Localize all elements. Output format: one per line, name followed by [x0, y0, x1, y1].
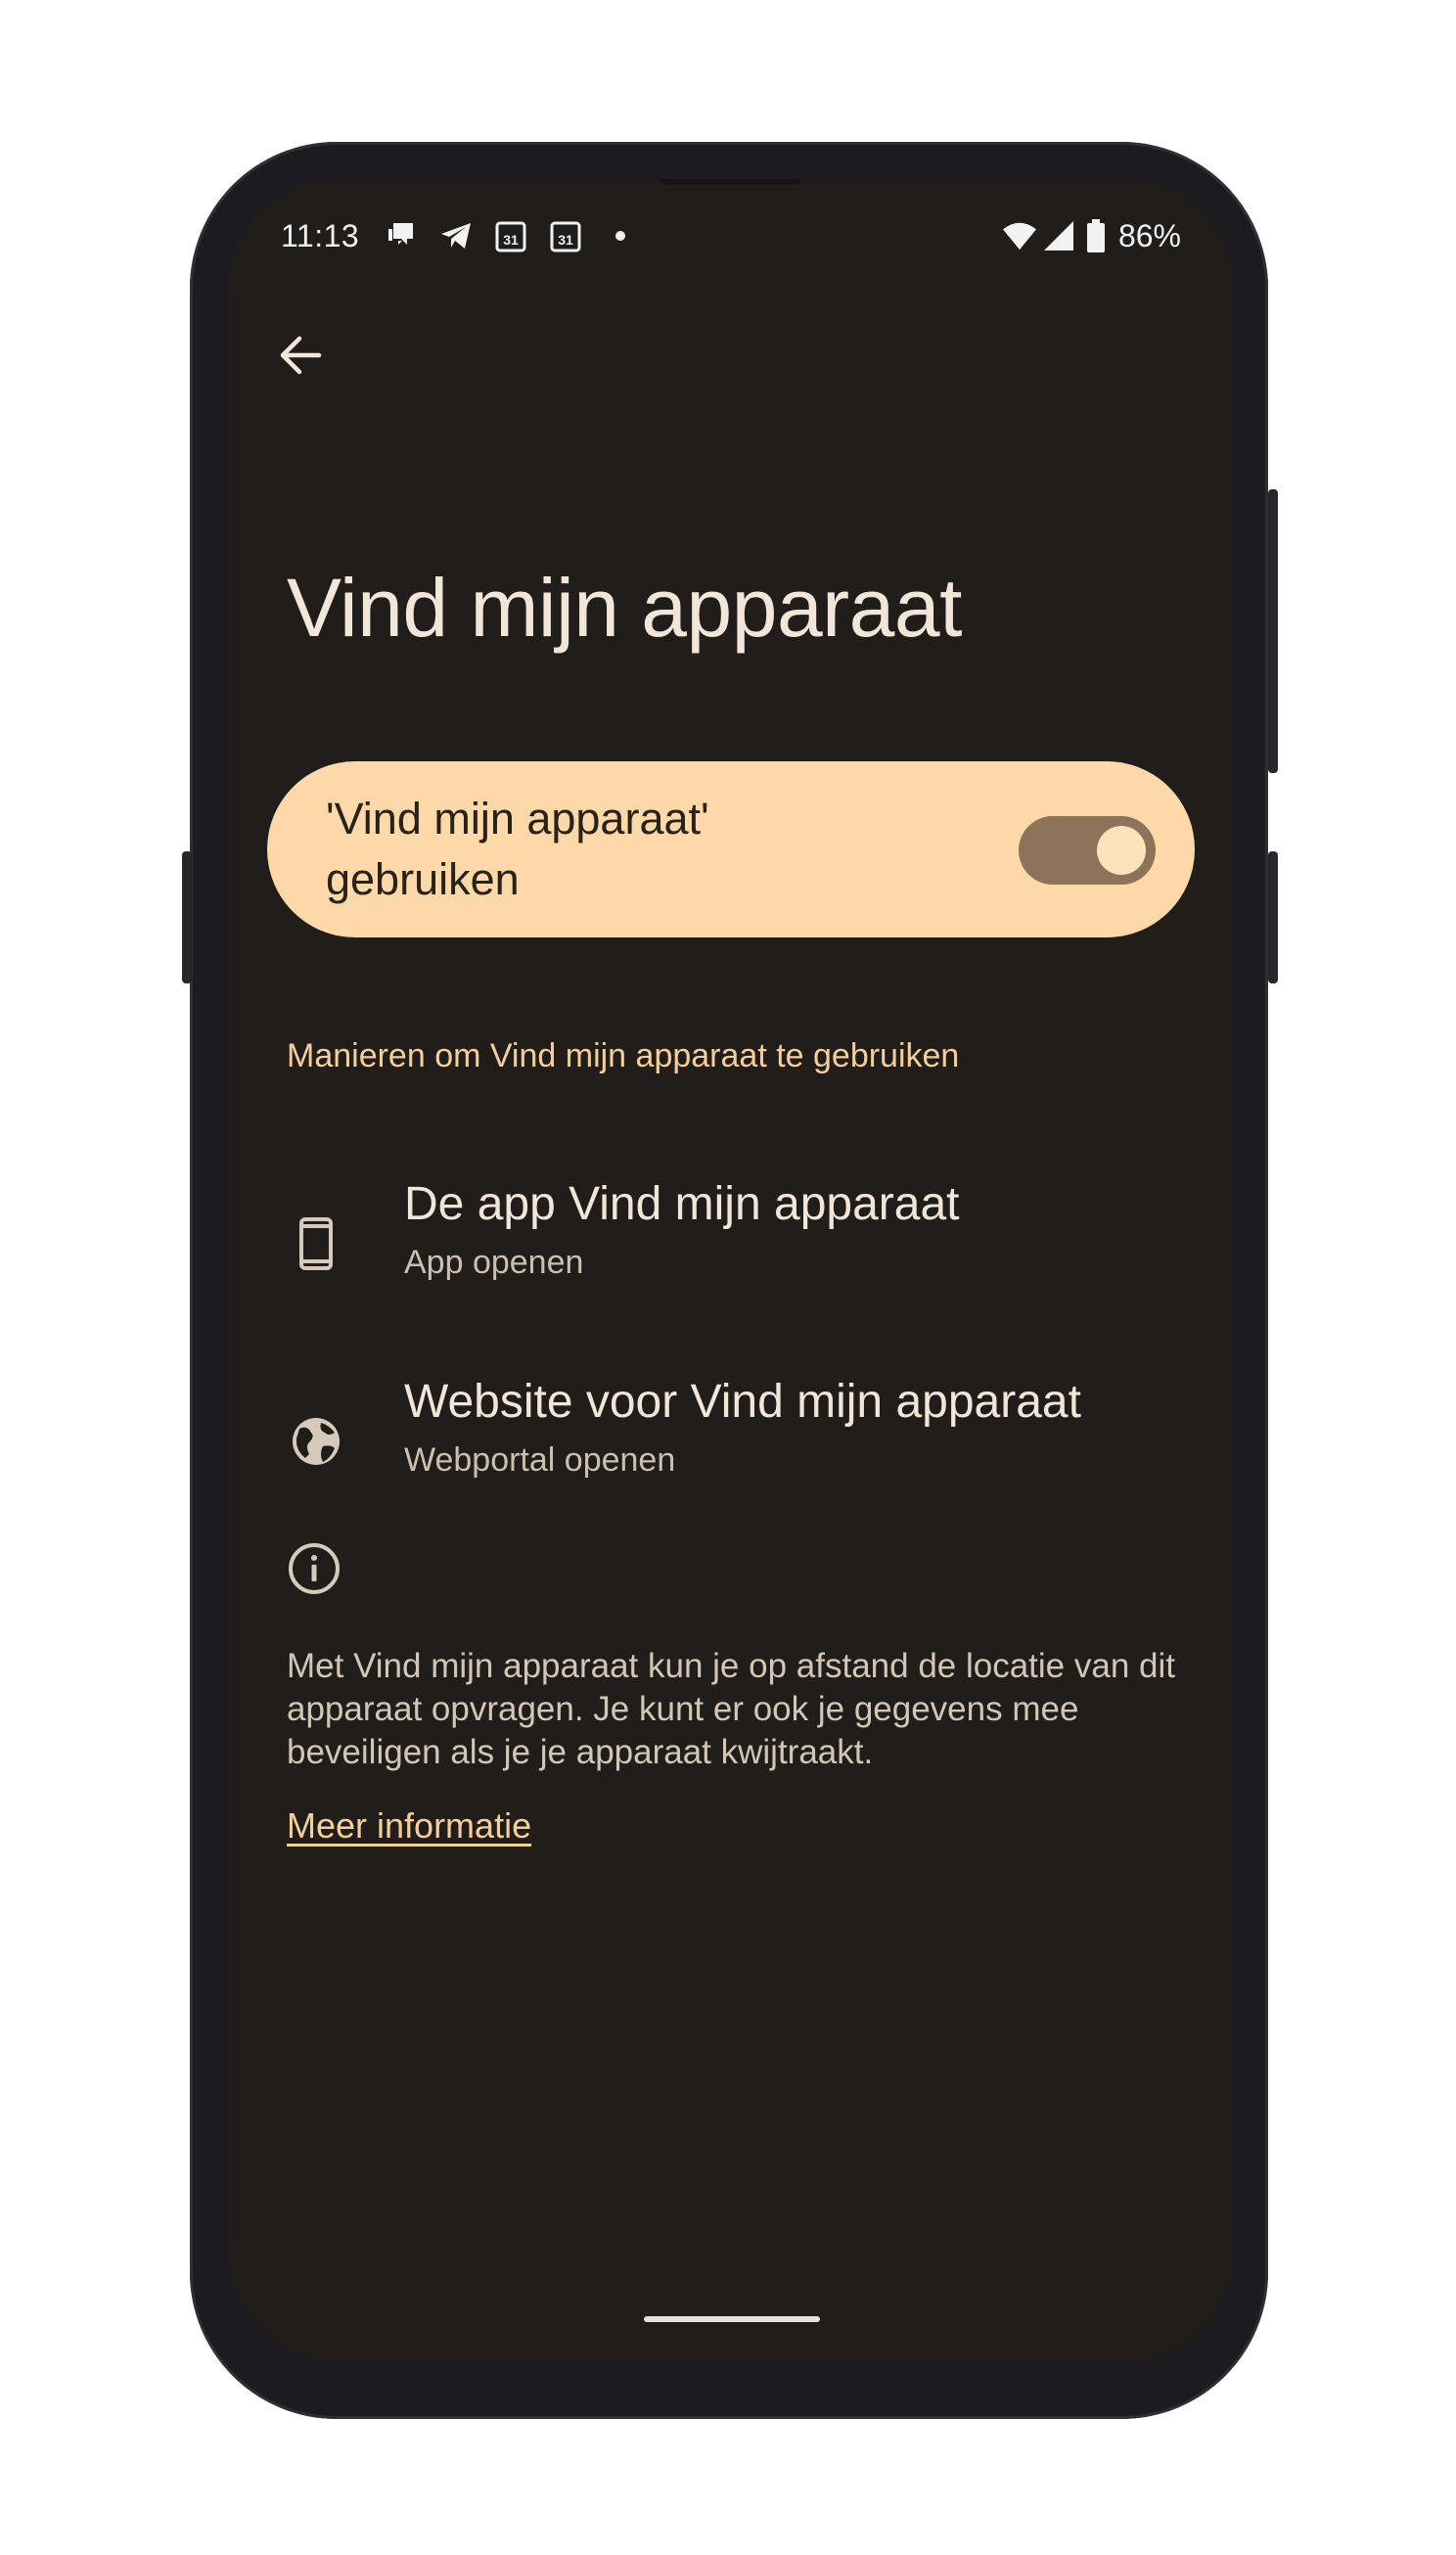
power-button — [1268, 489, 1278, 773]
toggle-knob — [1097, 826, 1146, 875]
volume-button — [1268, 851, 1278, 983]
page-title: Vind mijn apparaat — [287, 562, 962, 654]
telegram-icon — [439, 219, 473, 252]
svg-text:31: 31 — [558, 232, 573, 248]
dot-icon — [604, 219, 637, 252]
use-find-my-device-toggle-row[interactable]: 'Vind mijn apparaat' gebruiken — [267, 761, 1195, 937]
signal-icon — [1042, 219, 1075, 252]
toggle-switch[interactable] — [1019, 816, 1156, 885]
screen: 11:13 31 31 86% Vind mijn apparaat 'Vind… — [228, 179, 1234, 2361]
info-description: Met Vind mijn apparaat kun je op afstand… — [287, 1647, 1175, 1771]
battery-icon — [1085, 219, 1107, 252]
arrow-back-icon — [280, 336, 322, 375]
status-time: 11:13 — [281, 217, 360, 253]
home-gesture-bar[interactable] — [644, 2316, 820, 2322]
list-item-subtitle: App openen — [404, 1244, 584, 1281]
section-header: Manieren om Vind mijn apparaat te gebrui… — [287, 1037, 960, 1074]
list-item-title: De app Vind mijn apparaat — [404, 1178, 960, 1230]
globe-icon — [287, 1412, 345, 1471]
status-bar: 11:13 31 31 86% — [281, 214, 1181, 257]
calendar-icon: 31 — [549, 219, 582, 252]
toggle-label: 'Vind mijn apparaat' gebruiken — [326, 794, 709, 904]
calendar-icon: 31 — [494, 219, 527, 252]
side-button-left — [182, 851, 192, 983]
speaker-notch — [660, 179, 801, 185]
chat-icon — [385, 219, 418, 252]
battery-percent: 86% — [1117, 217, 1181, 253]
more-info-link[interactable]: Meer informatie — [287, 1805, 531, 1847]
list-item-subtitle: Webportal openen — [404, 1441, 676, 1479]
list-item-app[interactable]: De app Vind mijn apparaat App openen — [228, 1177, 1234, 1324]
wifi-icon — [1002, 219, 1036, 252]
phone-icon — [287, 1214, 345, 1273]
list-item-website[interactable]: Website voor Vind mijn apparaat Webporta… — [228, 1375, 1234, 1522]
back-button[interactable] — [269, 324, 332, 387]
list-item-title: Website voor Vind mijn apparaat — [404, 1376, 1081, 1428]
svg-text:31: 31 — [503, 232, 519, 248]
info-icon — [287, 1541, 345, 1600]
